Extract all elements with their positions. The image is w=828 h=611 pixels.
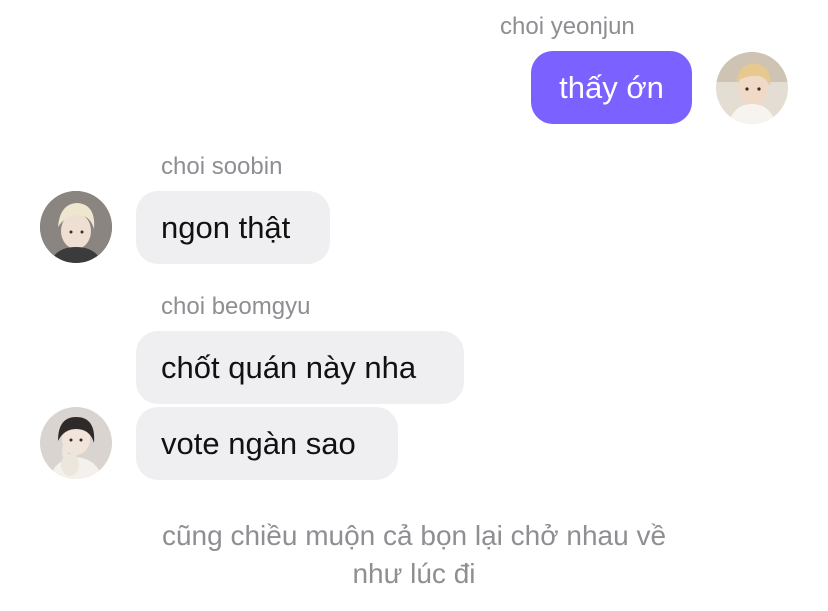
system-note-line-1: cũng chiều muộn cả bọn lại chở nhau về (161, 520, 667, 551)
sender-name-soobin: choi soobin (161, 153, 283, 180)
sender-name-beomgyu: choi beomgyu (161, 293, 311, 320)
message-bubble-incoming[interactable]: vote ngàn sao (136, 407, 398, 480)
user-avatar-soobin-icon[interactable] (40, 191, 112, 263)
avatar-photo-yeonjun (716, 52, 788, 124)
user-avatar-yeonjun-icon[interactable] (716, 52, 788, 124)
user-avatar-beomgyu-icon[interactable] (40, 407, 112, 479)
system-note: cũng chiều muộn cả bọn lại chở nhau về n… (0, 517, 828, 593)
message-bubble-outgoing[interactable]: thấy ớn (531, 51, 692, 124)
avatar-photo-soobin (40, 191, 112, 263)
message-bubble-incoming[interactable]: ngon thật (136, 191, 330, 264)
system-note-line-2: như lúc đi (352, 558, 476, 589)
message-bubble-incoming[interactable]: chốt quán này nha (136, 331, 464, 404)
sender-name-yeonjun: choi yeonjun (500, 13, 635, 40)
avatar-photo-beomgyu (40, 407, 112, 479)
